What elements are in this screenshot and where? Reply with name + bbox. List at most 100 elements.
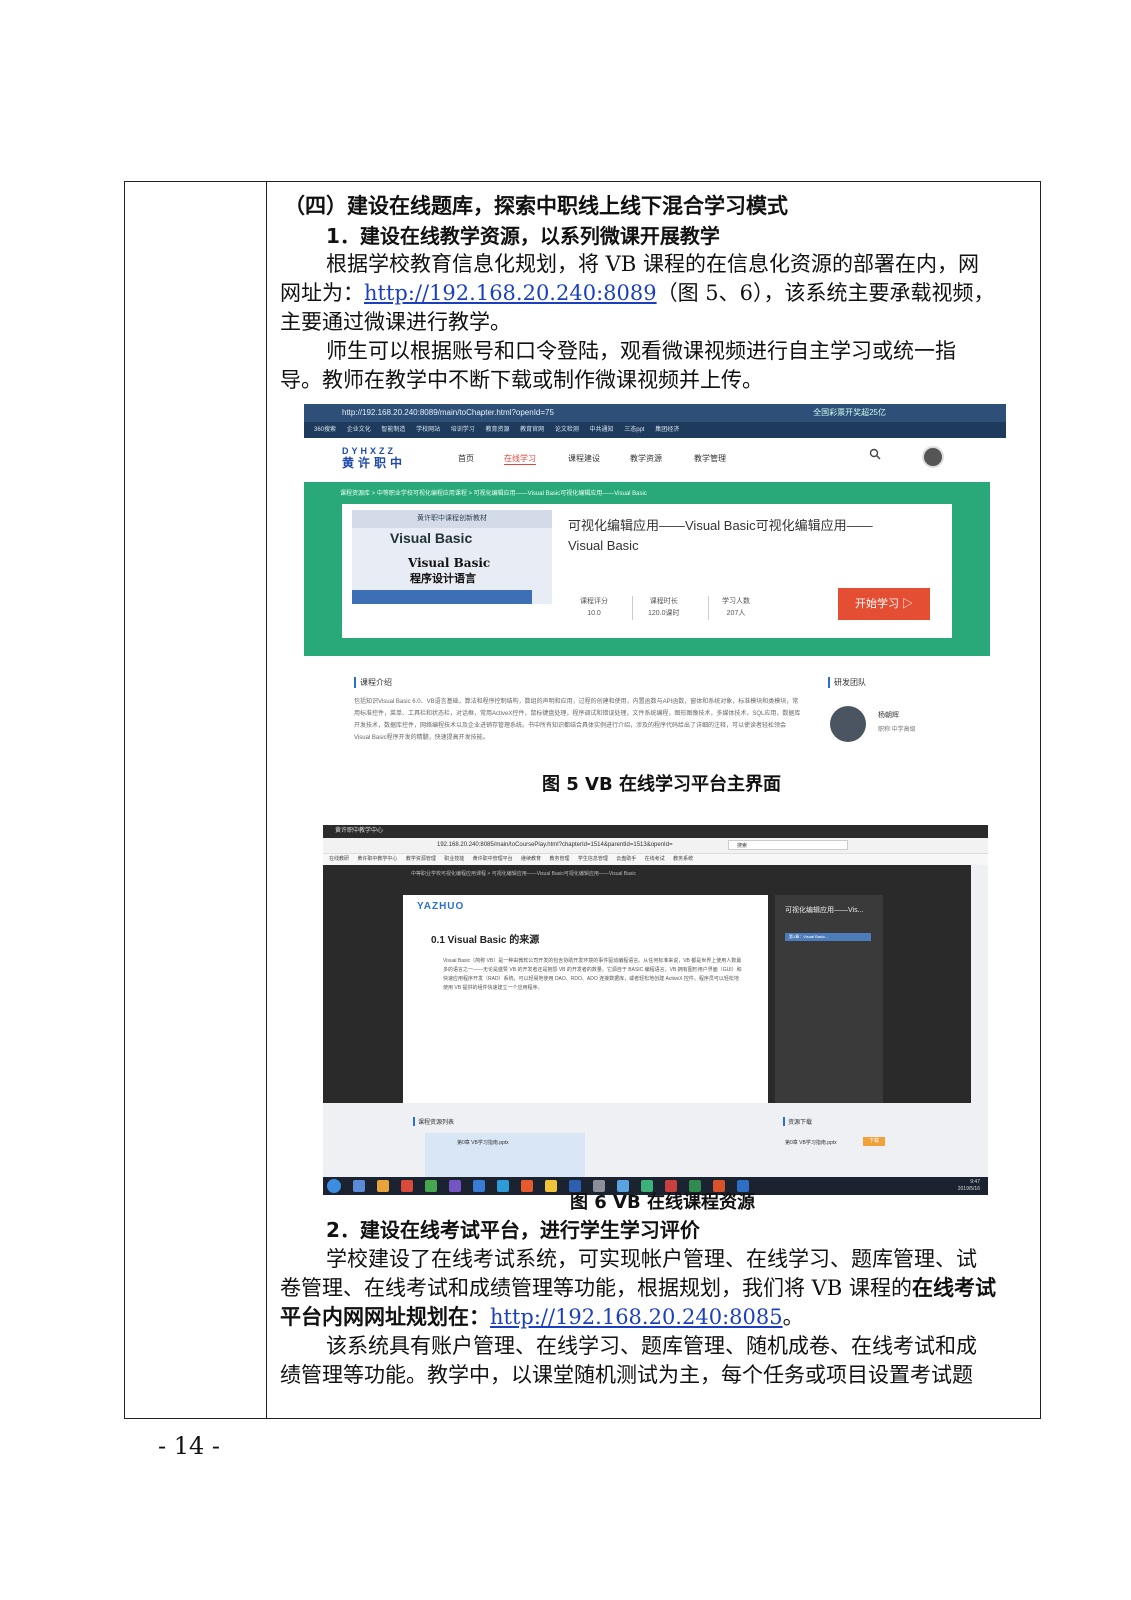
figure-5-screenshot: http://192.168.20.240:8089/main/toChapte… xyxy=(304,404,1006,776)
app-icon xyxy=(425,1180,437,1192)
f5-bookmark: 学校网站 xyxy=(416,427,441,433)
f6-bookmark: 云盘助手 xyxy=(616,856,637,862)
f6-download-button: 下载 xyxy=(863,1137,885,1146)
f5-stat-learners: 学习人数 207人 xyxy=(722,596,750,620)
f6-bookmark: 继续教育 xyxy=(521,856,542,862)
f5-site-nav: DYHXZZ 黄许职中 首页 在线学习 课程建设 教学资源 教学管理 xyxy=(304,438,1006,478)
f5-team-role: 职称:中学高级 xyxy=(878,727,916,733)
f5-address-bar: http://192.168.20.240:8089/main/toChapte… xyxy=(304,404,1006,422)
page-number: - 14 - xyxy=(158,1432,221,1460)
figure-6-caption: 图 6 VB 在线课程资源 xyxy=(570,1192,755,1213)
f6-bookmark: 在线教研 xyxy=(329,856,350,862)
f6-breadcrumb: 中等职业学校可视化编程应用课程 > 可视化编辑应用——Visual Basic可… xyxy=(411,871,636,877)
f6-bookmark: 在线考试 xyxy=(644,856,665,862)
f6-search-box: 搜索 xyxy=(728,840,848,850)
app-icon xyxy=(401,1180,413,1192)
para1-line3: 主要通过微课进行教学。 xyxy=(280,310,511,334)
f5-book-title: Visual Basic xyxy=(408,556,491,570)
app-icon xyxy=(449,1180,461,1192)
f5-nav-home: 首页 xyxy=(458,454,474,463)
f5-stat-value: 10.0 xyxy=(587,610,601,617)
para1-line2-pre: 网址为： xyxy=(280,281,364,305)
f5-logo-chinese: 黄许职中 xyxy=(342,456,407,470)
f5-bookmark: 论文检测 xyxy=(554,427,579,433)
f6-bookmark: 教务系统 xyxy=(673,856,694,862)
f5-news-ticker: 全国彩票开奖超25亿 xyxy=(813,408,886,417)
para3-line2-bold: 在线考试 xyxy=(911,1276,996,1300)
f5-stat-label: 课程时长 xyxy=(649,598,678,605)
f6-slide-text: Visual Basic（简称 VB）是一种由微软公司开发的包含协助开发环境的事… xyxy=(443,958,742,991)
f5-stat-value: 120.0课时 xyxy=(648,610,680,617)
f5-bookmark: 三态ppt xyxy=(624,427,645,433)
f5-nav-resources: 教学资源 xyxy=(630,454,662,463)
para4-line2: 绩管理等功能。教学中，以课堂随机测试为主，每个任务或项目设置考试题 xyxy=(280,1363,973,1387)
f6-slide-brand: YAZHUO xyxy=(417,901,465,912)
f5-bookmarks-bar: 360搜索 企业文化 智能制造 学校网站 培训学习 教育资源 教育官网 论文检测… xyxy=(304,422,1006,438)
document-table: （四）建设在线题库，探索中职线上线下混合学习模式 1．建设在线教学资源，以系列微… xyxy=(124,181,1041,1419)
f5-nav-online-learning: 在线学习 xyxy=(504,454,536,465)
f6-bookmark: 黄许职中管理平台 xyxy=(472,856,513,862)
f6-start-icon xyxy=(327,1179,341,1193)
para3-line2-pre: 卷管理、在线考试和成绩管理等功能，根据规划，我们将 VB 课程的 xyxy=(280,1276,912,1300)
f6-resource-file-name: 第0章 VB学习指南.pptx xyxy=(457,1140,509,1146)
f5-stat-label: 学习人数 xyxy=(722,598,750,605)
f5-course-title: 可视化编辑应用——Visual Basic可视化编辑应用——Visual Bas… xyxy=(568,518,873,553)
sub-heading-2: 2．建设在线考试平台，进行学生学习评价 xyxy=(326,1218,700,1242)
f6-slide: YAZHUO 0.1 Visual Basic 的来源 Visual Basic… xyxy=(403,895,768,1103)
f5-stat-duration: 课程时长 120.0课时 xyxy=(648,596,680,620)
f5-bookmark: 360搜索 xyxy=(314,427,337,433)
app-icon xyxy=(521,1180,533,1192)
f5-start-learning-button: 开始学习 ▷ xyxy=(838,588,930,620)
f6-resource-heading: 课程资源列表 xyxy=(413,1117,454,1126)
app-icon xyxy=(497,1180,509,1192)
f5-intro-heading: 课程介绍 xyxy=(354,677,392,688)
f5-user-avatar xyxy=(922,446,944,468)
f5-bookmark: 中共通知 xyxy=(589,427,614,433)
f6-clock-time: 9:47 xyxy=(970,1179,980,1185)
section-heading: （四）建设在线题库，探索中职线上线下混合学习模式 xyxy=(284,194,788,218)
app-icon xyxy=(473,1180,485,1192)
f5-stat-divider xyxy=(708,596,709,620)
f6-player-area: 中等职业学校可视化编程应用课程 > 可视化编辑应用——Visual Basic可… xyxy=(323,865,971,1103)
f6-bookmark: 教务管理 xyxy=(549,856,570,862)
f6-clock: 9:47 2019/5/16 xyxy=(958,1179,980,1193)
f5-bookmark: 培训学习 xyxy=(450,427,475,433)
f5-search-icon xyxy=(869,448,881,460)
f5-team-heading: 研发团队 xyxy=(828,677,866,688)
para3-line1: 学校建设了在线考试系统，可实现帐户管理、在线学习、题库管理、试 xyxy=(326,1247,977,1271)
f5-team-avatar xyxy=(830,706,866,742)
f6-download-file: 第0章 VB学习指南.pptx xyxy=(785,1140,837,1146)
system-url-link-8089[interactable]: http://192.168.20.240:8089 xyxy=(364,281,657,305)
f5-stat-value: 207人 xyxy=(726,610,746,617)
f6-address-bar: 192.168.20.240:8085/main/toCoursePlay.ht… xyxy=(323,838,988,854)
f6-chapter-sidebar: 可视化编辑应用——Vis... 第1章：Visual Basic... xyxy=(775,895,883,1103)
f5-course-card: 黄许职中课程创新教材 Visual Basic Visual Basic 程序设… xyxy=(342,504,952,638)
f5-bookmark: 企业文化 xyxy=(346,427,371,433)
f6-download-heading: 资源下载 xyxy=(783,1117,812,1126)
f6-bookmark: 黄许职中教学中心 xyxy=(357,856,398,862)
para4-line1: 该系统具有账户管理、在线学习、题库管理、随机成卷、在线考试和成 xyxy=(326,1334,977,1358)
f5-breadcrumb: 课程资源库 > 中等职业学校可视化编程应用课程 > 可视化编辑应用——Visua… xyxy=(340,491,647,497)
f5-book-cover: 黄许职中课程创新教材 Visual Basic Visual Basic 程序设… xyxy=(352,510,552,604)
f6-browser-tab: 黄许职中教学中心 xyxy=(323,825,988,838)
sub-heading-1: 1．建设在线教学资源，以系列微课开展教学 xyxy=(326,224,720,248)
f5-bookmark: 集团经济 xyxy=(655,427,680,433)
f6-resource-file: 第0章 VB学习指南.pptx xyxy=(425,1133,585,1177)
f5-course-banner: 课程资源库 > 中等职业学校可视化编程应用课程 > 可视化编辑应用——Visua… xyxy=(304,482,990,656)
para3-line3: 平台内网网址规划在：http://192.168.20.240:8085。 xyxy=(280,1303,804,1331)
f6-clock-date: 2019/5/16 xyxy=(957,1186,980,1192)
f5-book-vb: Visual Basic xyxy=(390,530,473,546)
figure-6-screenshot: 黄许职中教学中心 192.168.20.240:8085/main/toCour… xyxy=(323,825,988,1195)
para1-line1: 根据学校教育信息化规划，将 VB 课程的在信息化资源的部署在内，网 xyxy=(326,252,979,276)
para3-line3-bold: 平台内网网址规划在： xyxy=(280,1305,490,1329)
para3-line2: 卷管理、在线考试和成绩管理等功能，根据规划，我们将 VB 课程的在线考试 xyxy=(280,1274,996,1302)
f6-bookmark: 学生信息管理 xyxy=(577,856,608,862)
table-left-column xyxy=(125,182,267,1418)
exam-url-link-8085[interactable]: http://192.168.20.240:8085 xyxy=(490,1305,783,1329)
f5-book-series: 黄许职中课程创新教材 xyxy=(352,510,552,528)
f5-book-subtitle: 程序设计语言 xyxy=(410,573,476,585)
f5-bookmark: 教育官网 xyxy=(520,427,545,433)
f6-bookmark: 职业技能 xyxy=(444,856,465,862)
f5-logo: DYHXZZ 黄许职中 xyxy=(342,445,406,469)
f5-url: http://192.168.20.240:8089/main/toChapte… xyxy=(342,408,554,417)
